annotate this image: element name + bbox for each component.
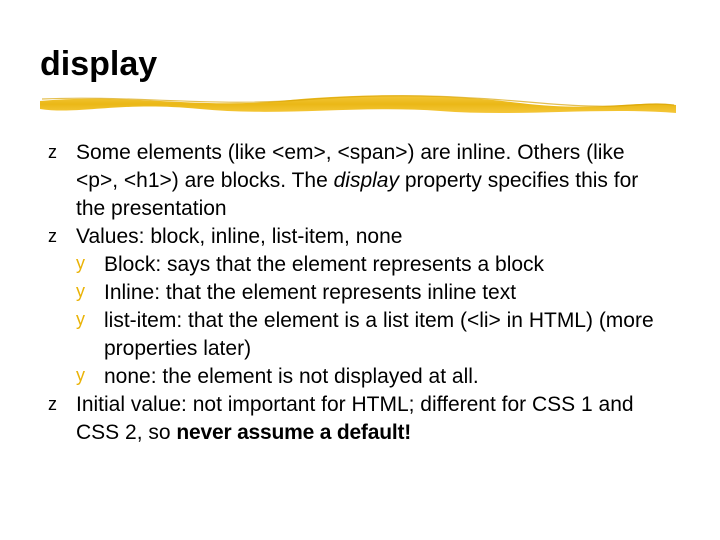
text-segment: list-item: that the element is a list it… (104, 309, 654, 360)
slide-title: display (40, 46, 672, 83)
text-segment: display (334, 169, 399, 192)
sub-bullet-marker-icon: y (76, 366, 85, 384)
slide: display z Some elements (like <em>, <span… (0, 0, 720, 540)
bullet-marker-icon: z (48, 143, 57, 161)
sub-bullet-marker-icon: y (76, 254, 85, 272)
title-underline (40, 89, 672, 119)
sub-bullet-text: Block: says that the element represents … (104, 253, 544, 276)
bullet-text: Some elements (like <em>, <span>) are in… (76, 141, 638, 220)
text-segment: Block: says that the element represents … (104, 253, 544, 276)
sub-bullet-text: list-item: that the element is a list it… (104, 309, 654, 360)
sub-bullet-item: y Inline: that the element represents inl… (40, 279, 672, 307)
sub-bullet-marker-icon: y (76, 310, 85, 328)
bullet-marker-icon: z (48, 395, 57, 413)
text-segment: none: the element is not displayed at al… (104, 365, 479, 388)
sub-bullet-text: Inline: that the element represents inli… (104, 281, 516, 304)
sub-bullet-text: none: the element is not displayed at al… (104, 365, 479, 388)
bullet-marker-icon: z (48, 227, 57, 245)
sub-bullet-item: y none: the element is not displayed at a… (40, 363, 672, 391)
sub-bullet-item: y list-item: that the element is a list i… (40, 307, 672, 363)
bullet-item: z Initial value: not important for HTML; … (40, 391, 672, 447)
text-segment: never assume a default! (176, 421, 411, 444)
bullet-item: z Some elements (like <em>, <span>) are i… (40, 139, 672, 223)
bullet-item: z Values: block, inline, list-item, none (40, 223, 672, 251)
slide-body: z Some elements (like <em>, <span>) are i… (40, 139, 672, 446)
sub-bullet-item: y Block: says that the element represents… (40, 251, 672, 279)
sub-bullet-marker-icon: y (76, 282, 85, 300)
text-segment: Values: block, inline, list-item, none (76, 225, 402, 248)
bullet-text: Values: block, inline, list-item, none (76, 225, 402, 248)
bullet-text: Initial value: not important for HTML; d… (76, 393, 634, 444)
text-segment: Inline: that the element represents inli… (104, 281, 516, 304)
